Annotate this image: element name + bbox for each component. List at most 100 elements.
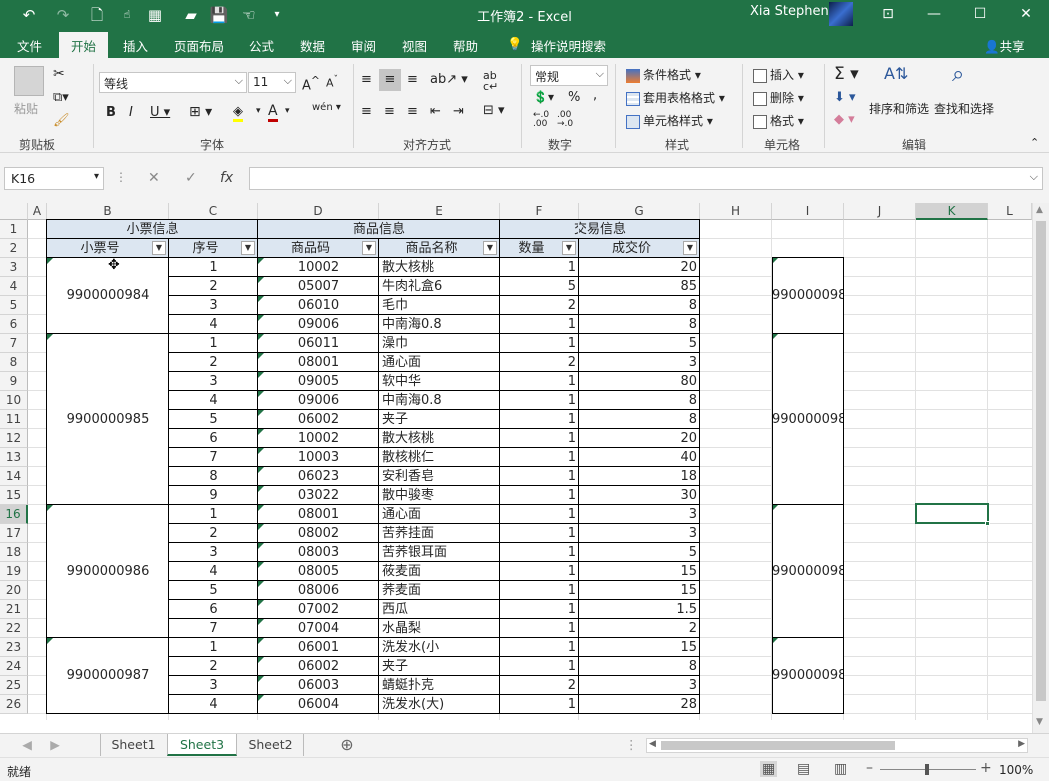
row-header-14[interactable]: 14 — [0, 467, 28, 486]
font-size-combo[interactable]: 11 ⌵ — [248, 72, 296, 93]
cancel-icon[interactable]: ✕ — [148, 170, 160, 186]
cell-style-button[interactable]: 单元格样式 ▾ — [626, 112, 713, 129]
side-ticket-cell[interactable]: 9900000985 — [772, 334, 844, 505]
row-header-16[interactable]: 16 — [0, 505, 28, 524]
increase-indent-icon[interactable]: ⇥ — [453, 104, 464, 119]
user-name[interactable]: Xia Stephen — [750, 4, 829, 19]
fill-icon[interactable]: ⬇ ▾ — [834, 90, 856, 105]
row-header-4[interactable]: 4 — [0, 277, 28, 296]
tab-view[interactable]: 视图 — [402, 36, 427, 55]
enter-icon[interactable]: ✓ — [185, 170, 197, 186]
page-layout-view-icon[interactable]: ▤ — [797, 761, 810, 777]
tab-data[interactable]: 数据 — [300, 36, 325, 55]
format-painter-icon[interactable]: 🖌 — [53, 113, 70, 128]
worksheet-grid[interactable]: A B C D E F G H I J K L 1 2 3 4 5 6 7 8 9 10 11 12 13 14 15 16 17 18 1… — [0, 203, 1049, 733]
select-all-corner[interactable] — [0, 203, 28, 220]
sheet-tab-sheet2[interactable]: Sheet2 — [238, 734, 304, 756]
font-name-combo[interactable]: 等线 ⌵ — [99, 72, 247, 93]
vertical-scrollbar[interactable]: ▲ ▼ — [1032, 203, 1049, 733]
column-header-j[interactable]: J — [844, 203, 916, 220]
autosum-icon[interactable]: Σ ▾ — [834, 64, 859, 84]
chevron-down-icon[interactable]: ▾ — [285, 106, 290, 116]
row-header-21[interactable]: 21 — [0, 600, 28, 619]
delete-cells-button[interactable]: 删除 ▾ — [753, 89, 804, 106]
insert-function-icon[interactable]: fx — [220, 170, 233, 186]
table-format-button[interactable]: 套用表格格式 ▾ — [626, 89, 725, 106]
bold-icon[interactable]: B — [106, 105, 116, 120]
column-header-i[interactable]: I — [772, 203, 844, 220]
selected-cell-k16[interactable] — [915, 503, 989, 524]
row-header-8[interactable]: 8 — [0, 353, 28, 372]
row-header-19[interactable]: 19 — [0, 562, 28, 581]
scroll-left-icon[interactable]: ◀ — [649, 739, 656, 749]
decrease-indent-icon[interactable]: ⇤ — [430, 104, 441, 119]
maximize-icon[interactable]: ☐ — [957, 0, 1003, 30]
orientation-icon[interactable]: ab↗ ▾ — [430, 72, 468, 87]
filter-dropdown-icon[interactable]: ▼ — [562, 241, 576, 255]
zoom-in-icon[interactable]: + — [980, 760, 992, 776]
underline-icon[interactable]: U ▾ — [150, 105, 170, 120]
column-header-f[interactable]: F — [500, 203, 579, 220]
share-button[interactable]: 👤共享 — [984, 36, 1025, 55]
name-box[interactable]: K16 ▾ — [4, 167, 104, 190]
number-format-combo[interactable]: 常规 ⌵ — [530, 65, 608, 86]
minimize-icon[interactable]: — — [911, 0, 957, 30]
italic-icon[interactable]: I — [129, 105, 133, 120]
sort-filter-button[interactable]: 排序和筛选 — [869, 100, 929, 117]
tab-formulas[interactable]: 公式 — [249, 36, 274, 55]
fill-color-icon[interactable]: ◈ — [233, 104, 243, 122]
filter-dropdown-icon[interactable]: ▼ — [483, 241, 497, 255]
row-header-11[interactable]: 11 — [0, 410, 28, 429]
row-header-1[interactable]: 1 — [0, 220, 28, 239]
paste-icon[interactable] — [14, 66, 44, 96]
row-header-22[interactable]: 22 — [0, 619, 28, 638]
horizontal-scroll-thumb[interactable] — [661, 741, 895, 750]
sort-filter-icon[interactable]: A⇅ — [884, 64, 908, 83]
align-right-icon[interactable]: ≡ — [407, 104, 418, 119]
copy-icon[interactable]: ⧉▾ — [53, 90, 69, 105]
tab-review[interactable]: 审阅 — [351, 36, 376, 55]
ribbon-display-icon[interactable]: ⊡ — [865, 0, 911, 30]
row-header-10[interactable]: 10 — [0, 391, 28, 410]
side-ticket-cell[interactable]: 9900000987 — [772, 638, 844, 714]
clear-icon[interactable]: ◆ ▾ — [834, 112, 855, 127]
sheet-tab-sheet1[interactable]: Sheet1 — [100, 734, 166, 756]
row-header-15[interactable]: 15 — [0, 486, 28, 505]
page-break-view-icon[interactable]: ▥ — [834, 761, 847, 777]
tab-splitter-icon[interactable]: ⋮ — [625, 734, 638, 756]
borders-icon[interactable]: ⊞ ▾ — [189, 104, 212, 120]
tab-home[interactable]: 开始 — [59, 32, 109, 58]
chevron-down-icon[interactable]: ▾ — [256, 106, 261, 116]
row-header-2[interactable]: 2 — [0, 239, 28, 258]
row-header-5[interactable]: 5 — [0, 296, 28, 315]
vertical-scroll-thumb[interactable] — [1036, 221, 1046, 701]
row-header-26[interactable]: 26 — [0, 695, 28, 714]
row-header-24[interactable]: 24 — [0, 657, 28, 676]
align-top-icon[interactable]: ≡ — [361, 72, 372, 87]
row-header-20[interactable]: 20 — [0, 581, 28, 600]
tab-file[interactable]: 文件 — [17, 36, 42, 55]
column-header-l[interactable]: L — [988, 203, 1032, 220]
ticket-number-cell[interactable]: 9900000986 — [47, 505, 169, 638]
formula-input[interactable]: ⌵ — [249, 167, 1043, 190]
increase-font-icon[interactable]: A^ — [302, 74, 320, 93]
zoom-slider-thumb[interactable] — [925, 764, 929, 775]
prev-sheet-icon[interactable]: ◀ — [20, 734, 34, 756]
scroll-right-icon[interactable]: ▶ — [1018, 739, 1025, 749]
scroll-up-icon[interactable]: ▲ — [1036, 205, 1043, 215]
align-bottom-icon[interactable]: ≡ — [407, 72, 418, 87]
expand-formula-icon[interactable]: ⌵ — [1030, 170, 1038, 184]
increase-decimal-icon[interactable]: ←.0.00 — [533, 111, 549, 129]
wrap-text-icon[interactable]: ab c↵ — [483, 70, 498, 92]
conditional-format-button[interactable]: 条件格式 ▾ — [626, 66, 701, 83]
row-header-13[interactable]: 13 — [0, 448, 28, 467]
column-header-g[interactable]: G — [579, 203, 700, 220]
collapse-ribbon-icon[interactable]: ⌃ — [1030, 136, 1039, 149]
zoom-level[interactable]: 100% — [999, 763, 1033, 777]
percent-icon[interactable]: % — [568, 90, 580, 105]
row-header-3[interactable]: 3 — [0, 258, 28, 277]
tab-insert[interactable]: 插入 — [123, 36, 148, 55]
filter-dropdown-icon[interactable]: ▼ — [241, 241, 255, 255]
row-header-18[interactable]: 18 — [0, 543, 28, 562]
column-header-d[interactable]: D — [258, 203, 379, 220]
